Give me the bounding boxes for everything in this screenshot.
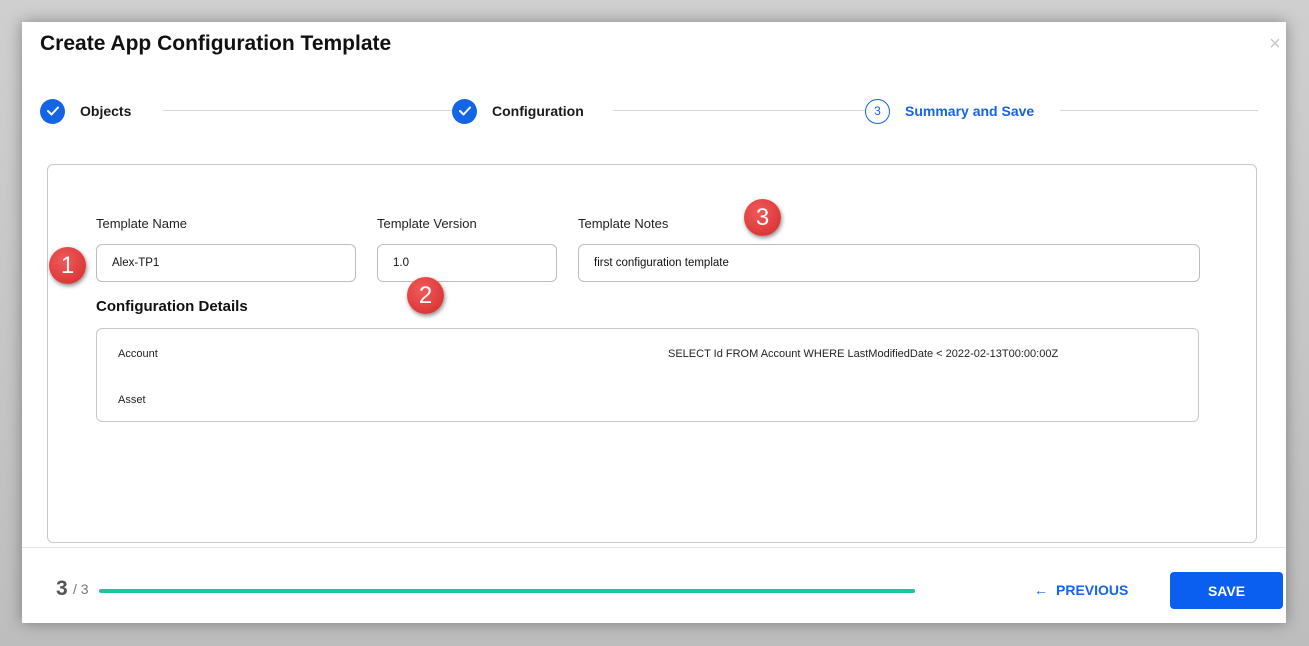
step-label: Summary and Save [905,103,1035,119]
template-notes-input[interactable] [578,244,1200,282]
step-label: Objects [80,103,132,119]
stepper: Objects Configuration 3 Summary and Save [40,98,1258,124]
template-name-label: Template Name [96,216,188,231]
configuration-details-list: Account SELECT Id FROM Account WHERE Las… [96,328,1199,422]
create-template-dialog: Create App Configuration Template × Obje… [22,22,1286,623]
detail-object-name: Account [118,348,158,360]
progress-current-step: 3 [56,577,68,600]
summary-panel: Template Name Template Version Template … [47,164,1257,543]
step-configuration[interactable]: Configuration [452,98,584,124]
step-connector [613,110,865,111]
template-name-input[interactable] [96,244,356,282]
previous-button-label: PREVIOUS [1056,582,1129,598]
step-connector [163,110,453,111]
step-number: 3 [865,98,890,124]
detail-object-name: Asset [118,394,146,406]
template-notes-label: Template Notes [578,216,669,231]
template-version-label: Template Version [377,216,477,231]
previous-button[interactable]: ← PREVIOUS [1034,580,1128,600]
step-objects[interactable]: Objects [40,98,131,124]
save-button[interactable]: SAVE [1170,572,1283,609]
progress-total-steps: / 3 [73,581,89,597]
checkmark-icon [452,98,477,124]
footer-divider [22,547,1286,548]
annotation-badge: 2 [407,277,444,314]
step-label: Configuration [492,103,584,119]
arrow-left-icon: ← [1034,582,1048,598]
detail-query: SELECT Id FROM Account WHERE LastModifie… [668,348,1059,360]
template-version-input[interactable] [377,244,557,282]
dialog-title: Create App Configuration Template [40,32,392,55]
progress-bar-fill [99,589,915,593]
annotation-badge: 1 [49,247,86,284]
configuration-details-title: Configuration Details [96,298,248,315]
checkmark-icon [40,98,65,124]
close-icon[interactable]: × [1266,34,1284,54]
step-summary-and-save[interactable]: 3 Summary and Save [865,98,1034,124]
progress-bar [99,589,915,593]
annotation-badge: 3 [744,199,781,236]
step-connector [1060,110,1258,111]
